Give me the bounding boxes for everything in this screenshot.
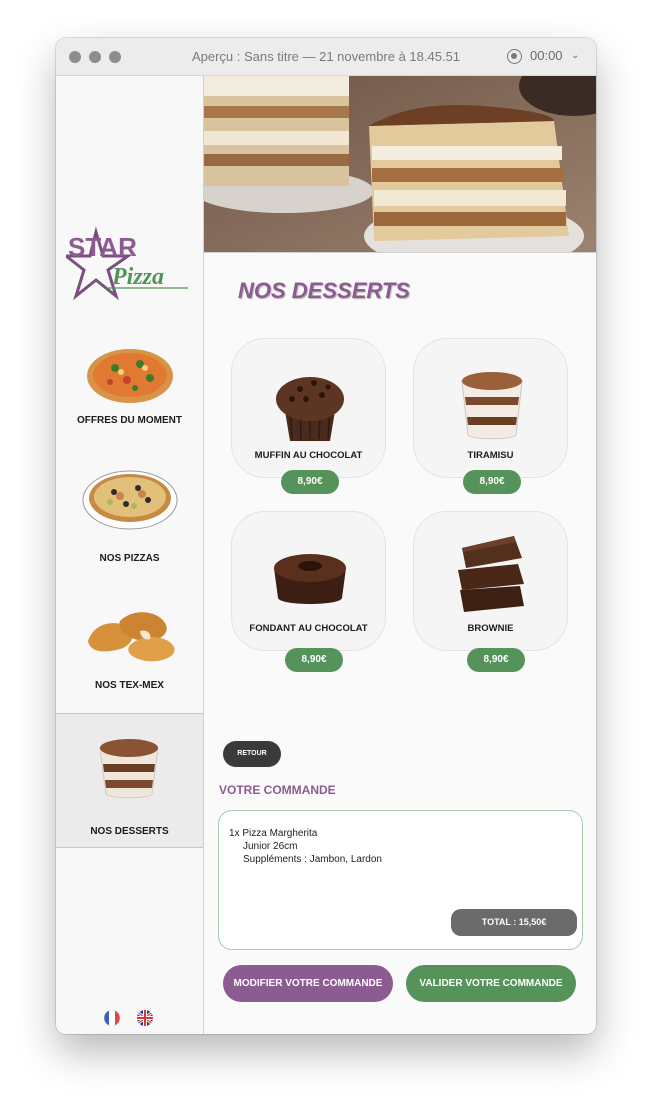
brownie-image	[458, 536, 524, 612]
order-title: VOTRE COMMANDE	[219, 783, 336, 797]
fondant-image	[274, 554, 346, 604]
order-item-size: Junior 26cm	[243, 841, 298, 852]
sidebar-item-offres[interactable]: OFFRES DU MOMENT	[56, 346, 203, 426]
pizza-image	[82, 470, 178, 530]
order-item-extras: Suppléments : Jambon, Lardon	[243, 854, 382, 865]
product-name: BROWNIE	[467, 623, 514, 634]
product-card-fondant[interactable]: FONDANT AU CHOCOLAT	[231, 511, 386, 651]
record-icon[interactable]	[507, 49, 522, 64]
sidebar-item-pizzas[interactable]: NOS PIZZAS	[56, 466, 203, 566]
order-item-line: 1x Pizza Margherita	[229, 828, 318, 839]
recording-timer: 00:00	[530, 48, 563, 63]
order-summary: 1x Pizza Margherita Junior 26cm Suppléme…	[218, 810, 583, 950]
sidebar-item-label: NOS TEX-MEX	[95, 680, 164, 691]
svg-text:Pizza: Pizza	[111, 264, 164, 290]
product-price-button[interactable]: 8,90€	[285, 648, 343, 672]
product-card-brownie[interactable]: BROWNIE	[413, 511, 568, 651]
product-name: TIRAMISU	[467, 450, 514, 461]
svg-text:STAR: STAR	[68, 232, 137, 262]
muffin-image	[276, 377, 344, 441]
sidebar-item-label: NOS PIZZAS	[99, 553, 160, 564]
hero-banner-image	[204, 76, 596, 253]
page-title: NOS DESSERTS	[238, 278, 410, 303]
pizza-offer-image	[87, 349, 173, 403]
sidebar: STAR Pizza OFFRES DU MOMENT NOS PIZZAS N…	[56, 76, 204, 1034]
sidebar-item-desserts[interactable]: NOS DESSERTS	[56, 713, 203, 848]
flag-fr-icon[interactable]	[102, 1010, 122, 1026]
order-total: TOTAL : 15,50€	[451, 909, 577, 936]
sidebar-item-label: NOS DESSERTS	[90, 826, 169, 837]
tiramisu-cup-image	[99, 739, 159, 799]
chevron-down-icon[interactable]: ⌄	[571, 50, 579, 61]
tiramisu-image	[461, 372, 523, 440]
chicken-tenders-image	[88, 612, 175, 662]
sidebar-item-label: OFFRES DU MOMENT	[77, 415, 182, 426]
product-price-button[interactable]: 8,90€	[281, 470, 339, 494]
back-button[interactable]: RETOUR	[223, 741, 281, 767]
star-pizza-logo[interactable]: STAR Pizza	[66, 226, 191, 308]
app-window: Aperçu : Sans titre — 21 novembre à 18.4…	[56, 38, 596, 1034]
product-price-button[interactable]: 8,90€	[467, 648, 525, 672]
product-price-button[interactable]: 8,90€	[463, 470, 521, 494]
title-bar: Aperçu : Sans titre — 21 novembre à 18.4…	[56, 38, 596, 76]
flag-uk-icon[interactable]	[135, 1010, 155, 1026]
validate-order-button[interactable]: VALIDER VOTRE COMMANDE	[406, 965, 576, 1002]
product-card-muffin[interactable]: MUFFIN AU CHOCOLAT	[231, 338, 386, 478]
product-name: MUFFIN AU CHOCOLAT	[254, 450, 363, 461]
modify-order-button[interactable]: MODIFIER VOTRE COMMANDE	[223, 965, 393, 1002]
sidebar-item-texmex[interactable]: NOS TEX-MEX	[56, 601, 203, 696]
product-name: FONDANT AU CHOCOLAT	[249, 623, 368, 634]
product-card-tiramisu[interactable]: TIRAMISU	[413, 338, 568, 478]
